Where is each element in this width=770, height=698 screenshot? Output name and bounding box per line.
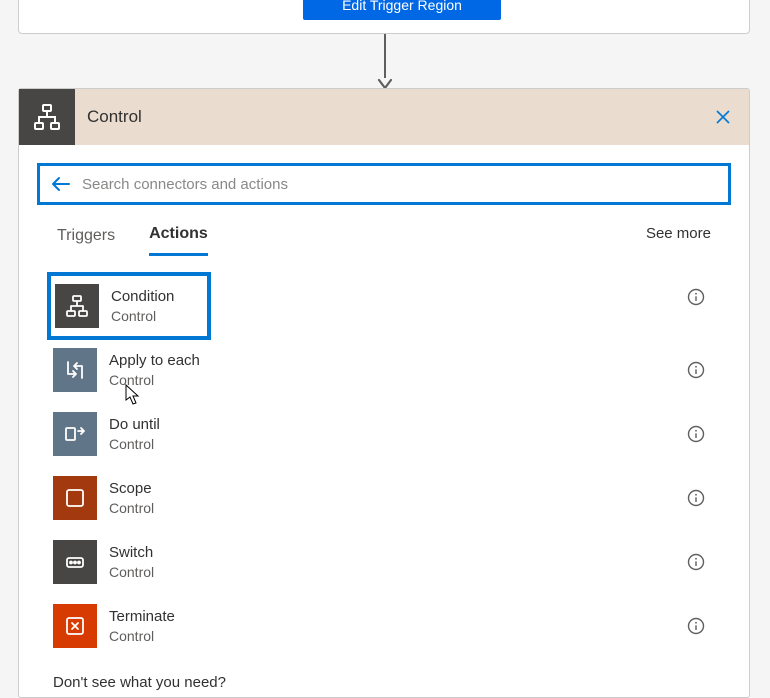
search-box[interactable] [37, 163, 731, 205]
action-picker-panel: Control Triggers Actions See more Condit… [18, 88, 750, 698]
action-texts: TerminateControl [109, 607, 175, 645]
action-name: Scope [109, 479, 154, 499]
action-connector: Control [111, 307, 174, 325]
flow-arrow [378, 34, 392, 90]
back-arrow-icon[interactable] [40, 164, 80, 204]
action-name: Apply to each [109, 351, 200, 371]
action-name: Terminate [109, 607, 175, 627]
condition-icon [55, 284, 99, 328]
action-connector: Control [109, 435, 160, 453]
switch-icon [53, 540, 97, 584]
footer-text: Don't see what you need? [19, 658, 749, 697]
action-texts: Do untilControl [109, 415, 160, 453]
info-icon[interactable] [687, 553, 705, 571]
action-connector: Control [109, 627, 175, 645]
control-connector-icon [19, 89, 75, 145]
edit-trigger-label: Edit Trigger Region [342, 0, 462, 13]
search-input[interactable] [80, 166, 728, 202]
terminate-icon [53, 604, 97, 648]
action-texts: Apply to eachControl [109, 351, 200, 389]
action-name: Do until [109, 415, 160, 435]
action-texts: ConditionControl [111, 287, 174, 325]
info-icon[interactable] [687, 489, 705, 507]
action-name: Switch [109, 543, 154, 563]
action-item-do-until[interactable]: Do untilControl [19, 402, 749, 466]
tabs-row: Triggers Actions See more [19, 209, 749, 256]
scope-icon [53, 476, 97, 520]
info-icon[interactable] [687, 288, 705, 306]
action-connector: Control [109, 563, 154, 581]
close-icon[interactable] [711, 105, 735, 129]
action-texts: ScopeControl [109, 479, 154, 517]
info-icon[interactable] [687, 617, 705, 635]
action-item-terminate[interactable]: TerminateControl [19, 594, 749, 658]
action-list: ConditionControlApply to eachControlDo u… [19, 274, 749, 658]
panel-title: Control [87, 107, 142, 127]
panel-header: Control [19, 89, 749, 145]
dountil-icon [53, 412, 97, 456]
see-more-link[interactable]: See more [646, 225, 711, 242]
info-icon[interactable] [687, 425, 705, 443]
apply-icon [53, 348, 97, 392]
action-name: Condition [111, 287, 174, 307]
action-item-scope[interactable]: ScopeControl [19, 466, 749, 530]
edit-trigger-button[interactable]: Edit Trigger Region [303, 0, 501, 20]
tab-actions[interactable]: Actions [149, 225, 208, 256]
tab-triggers[interactable]: Triggers [57, 227, 115, 255]
action-texts: SwitchControl [109, 543, 154, 581]
info-icon[interactable] [687, 361, 705, 379]
action-connector: Control [109, 499, 154, 517]
action-connector: Control [109, 371, 200, 389]
action-item-apply-to-each[interactable]: Apply to eachControl [19, 338, 749, 402]
previous-step-card: Edit Trigger Region [18, 0, 750, 34]
action-item-switch[interactable]: SwitchControl [19, 530, 749, 594]
action-item-condition[interactable]: ConditionControl [49, 274, 209, 338]
